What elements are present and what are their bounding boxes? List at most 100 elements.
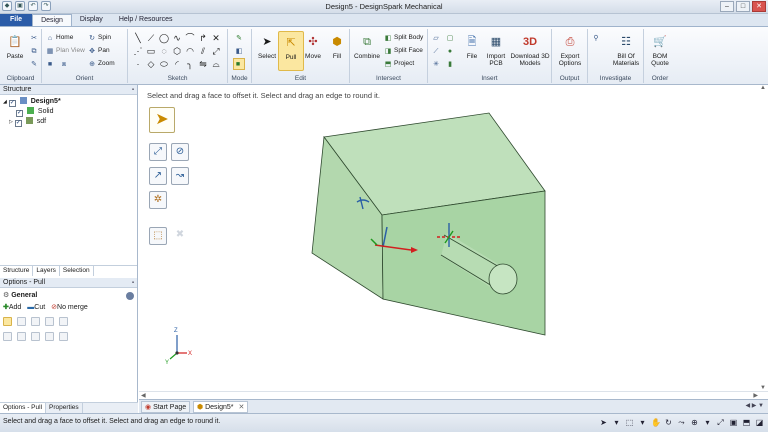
sweep-option-icon[interactable] xyxy=(59,317,68,326)
tab-design5[interactable]: ⬢ Design5* ✕ xyxy=(193,401,249,413)
tab-design[interactable]: Design xyxy=(32,14,72,26)
insert-cylinder-button[interactable]: ▮ xyxy=(446,59,456,69)
paste-button[interactable]: 📋 Paste xyxy=(2,31,28,71)
insert-file-button[interactable]: 🗎 File xyxy=(460,31,484,71)
fly-icon[interactable]: ⤳ xyxy=(677,418,686,428)
pan-button[interactable]: ✥ Pan xyxy=(88,46,110,56)
model-canvas[interactable]: Z X Y xyxy=(139,85,768,391)
perspective-icon[interactable]: ⬒ xyxy=(742,418,751,428)
collapse-icon[interactable]: ◢ xyxy=(3,99,7,105)
tree-item-solid[interactable]: ✓ Solid xyxy=(3,107,137,117)
scroll-left-icon[interactable]: ◀ xyxy=(141,392,146,399)
import-pcb-button[interactable]: ▦ Import PCB xyxy=(484,31,508,71)
sweep-arc-icon[interactable]: ◜ xyxy=(171,58,183,70)
corner-arc-icon[interactable]: ↱ xyxy=(197,32,209,44)
minimize-button[interactable]: – xyxy=(720,1,734,12)
select-mode-icon[interactable]: ➤ xyxy=(599,418,608,428)
bend-icon[interactable]: ⌓ xyxy=(210,58,222,70)
offset-curve-icon[interactable]: ⫽ xyxy=(197,45,209,57)
selection-box-icon[interactable]: ⬚ xyxy=(625,418,634,428)
copy-small-button[interactable]: ⧉ xyxy=(30,46,40,56)
measure-button[interactable]: ⚲ xyxy=(592,33,602,43)
spline-tool-icon[interactable]: ∿ xyxy=(171,32,183,44)
circle-tool-icon[interactable]: ◯ xyxy=(158,32,170,44)
3d-mode-button[interactable]: ■ xyxy=(233,58,245,70)
up-to-option-icon[interactable] xyxy=(17,317,26,326)
both-sides-option-icon[interactable] xyxy=(3,332,12,341)
export-options-button[interactable]: ⎙ Export Options xyxy=(556,31,584,71)
tab-structure[interactable]: Structure xyxy=(0,266,34,276)
cut-option[interactable]: ▬Cut xyxy=(27,304,45,311)
scroll-up-icon[interactable]: ▲ xyxy=(760,85,766,91)
revolve-option-icon[interactable] xyxy=(45,317,54,326)
ellipse-tool-icon[interactable]: ⬭ xyxy=(158,58,170,70)
insert-axis-button[interactable]: ⟋ xyxy=(432,46,442,56)
home-button[interactable]: ⌂ Home xyxy=(46,33,73,43)
zoom-window-icon[interactable]: ⊕ xyxy=(690,418,699,428)
three-point-circle-icon[interactable]: ◌ xyxy=(158,45,170,57)
tree-item-design[interactable]: ◢ ✓ Design5* xyxy=(3,97,137,107)
plan-view-button[interactable]: ▦ Plan View xyxy=(46,46,85,56)
ruled-option-icon[interactable] xyxy=(17,332,26,341)
zoom-button[interactable]: ⊕ Zoom xyxy=(88,59,115,69)
collapse-section-icon[interactable] xyxy=(126,292,134,300)
insert-origin-button[interactable]: ✳ xyxy=(432,59,442,69)
display-icon[interactable]: ◪ xyxy=(755,418,764,428)
pin-icon[interactable]: ▪ xyxy=(132,278,134,288)
view-style-icon[interactable]: ▾ xyxy=(638,418,647,428)
extend-option-icon[interactable] xyxy=(31,332,40,341)
three-point-rect-icon[interactable]: ◇ xyxy=(145,58,157,70)
snap-icon[interactable]: ✋ xyxy=(651,418,661,428)
general-section[interactable]: ⚙ General xyxy=(3,290,134,302)
polygon-tool-icon[interactable]: ⬡ xyxy=(171,45,183,57)
bill-of-materials-button[interactable]: ☷ Bill Of Materials xyxy=(610,31,642,71)
cut-small-button[interactable]: ✂ xyxy=(30,33,40,43)
close-button[interactable]: ✕ xyxy=(752,1,766,12)
extend-curve-icon[interactable]: ⤢ xyxy=(210,45,222,57)
line-tool-icon[interactable]: ╲ xyxy=(132,32,144,44)
spin-button[interactable]: ↻ Spin xyxy=(88,33,111,43)
visibility-checkbox[interactable]: ✓ xyxy=(16,110,23,117)
tree-item-sdf[interactable]: ▷ ✓ sdf xyxy=(3,117,137,127)
insert-shell-button[interactable]: ▢ xyxy=(446,33,456,43)
tab-selection[interactable]: Selection xyxy=(60,266,94,276)
tab-help-resources[interactable]: Help / Resources xyxy=(111,14,181,26)
insert-plane-button[interactable]: ▱ xyxy=(432,33,442,43)
tab-navigation[interactable]: ◀ ▶ ▼ xyxy=(745,402,764,409)
tab-display[interactable]: Display xyxy=(72,14,111,26)
add-option[interactable]: ✚Add xyxy=(3,304,21,311)
download-3d-models-button[interactable]: 3D Download 3D Models xyxy=(510,31,550,71)
tab-file[interactable]: File xyxy=(0,14,33,26)
vertical-scrollbar[interactable]: ▲ ▼ xyxy=(760,85,766,391)
bom-quote-button[interactable]: 🛒 BOM Quote xyxy=(647,31,673,71)
maximize-button[interactable]: □ xyxy=(736,1,750,12)
mirror-icon[interactable]: ⇋ xyxy=(197,58,209,70)
rectangle-tool-icon[interactable]: ▭ xyxy=(145,45,157,57)
design-viewport[interactable]: Select and drag a face to offset it. Sel… xyxy=(139,85,768,399)
fill-button[interactable]: ⬢ Fill xyxy=(324,31,350,71)
tab-options-pull[interactable]: Options - Pull xyxy=(0,403,47,413)
arc-tool-icon[interactable]: ⌒ xyxy=(184,32,196,44)
maintain-option-icon[interactable] xyxy=(59,332,68,341)
view-options-button[interactable]: ⧈ xyxy=(60,59,70,69)
project-button[interactable]: ⬒ Project xyxy=(384,59,415,69)
combine-button[interactable]: ⧉ Combine xyxy=(352,31,382,71)
close-tab-icon[interactable]: ✕ xyxy=(238,404,244,411)
direction-option-icon[interactable] xyxy=(3,317,12,326)
view-cube-icon[interactable]: ▣ xyxy=(729,418,738,428)
sketch-mode-button[interactable]: ✎ xyxy=(235,33,245,43)
construction-line-icon[interactable]: ⋰ xyxy=(132,45,144,57)
split-face-button[interactable]: ◨ Split Face xyxy=(384,46,423,56)
zoom-dropdown-icon[interactable]: ▾ xyxy=(703,418,712,428)
pin-icon[interactable]: ▪ xyxy=(132,85,134,95)
split-body-button[interactable]: ◧ Split Body xyxy=(384,33,424,43)
three-point-arc-icon[interactable]: ◠ xyxy=(184,45,196,57)
horizontal-scrollbar[interactable]: ◀ ▶ xyxy=(139,391,768,399)
fillet-sketch-icon[interactable]: ╮ xyxy=(184,58,196,70)
expand-icon[interactable]: ▷ xyxy=(9,119,13,125)
tab-start-page[interactable]: ◉ Start Page xyxy=(141,401,191,413)
scroll-right-icon[interactable]: ▶ xyxy=(753,392,758,399)
view-cube-button[interactable]: ■ xyxy=(46,59,56,69)
tangent-line-icon[interactable]: ⟋ xyxy=(145,32,157,44)
insert-sphere-button[interactable]: ● xyxy=(446,46,456,56)
